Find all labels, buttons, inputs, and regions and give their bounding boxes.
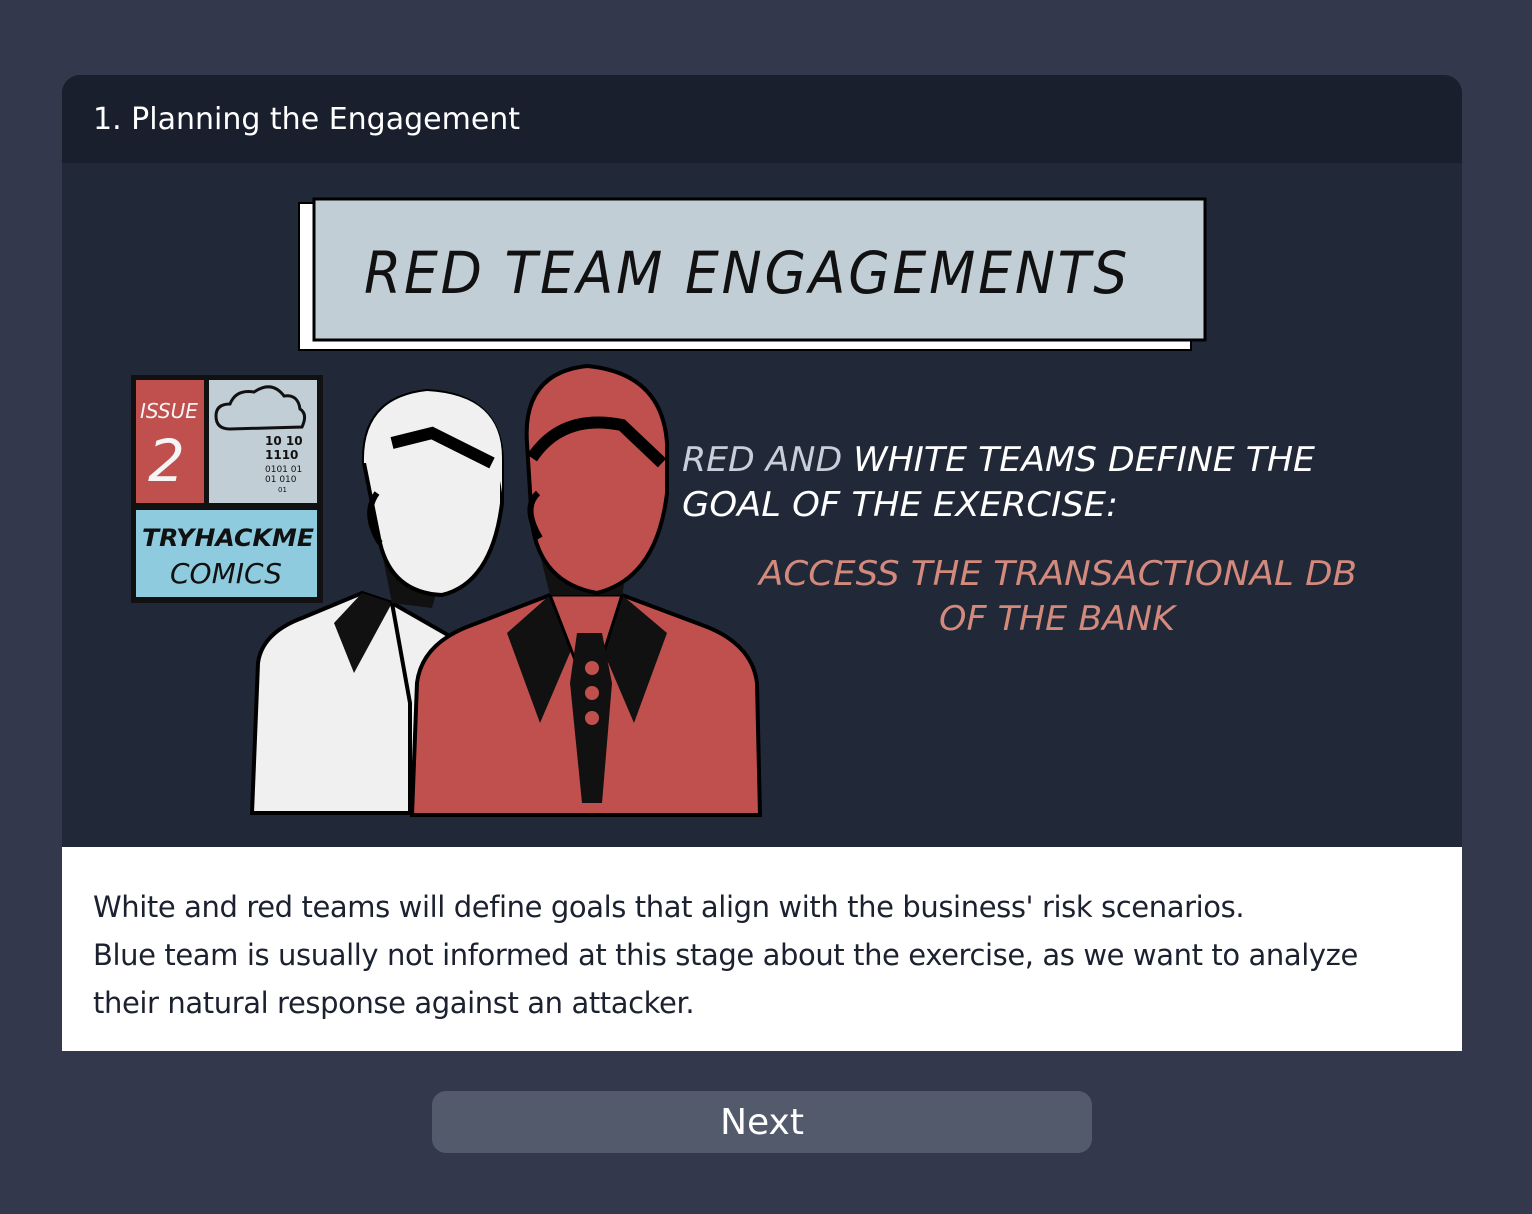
binary-line-4: 01 010 (265, 475, 297, 485)
title-banner: RED TEAM ENGAGEMENTS (298, 197, 1207, 351)
next-button[interactable]: Next (432, 1091, 1092, 1153)
goal-line-1: ACCESS THE TRANSACTIONAL DB (757, 554, 1357, 594)
issue-number: 2 (148, 427, 185, 495)
issue-badge: ISSUE 2 10 10 1110 0101 01 01 010 01 TRY… (131, 375, 323, 603)
description-panel: White and red teams will define goals th… (62, 847, 1462, 1051)
task-header: 1. Planning the Engagement (62, 75, 1462, 163)
caption: RED AND WHITE TEAMS DEFINE THE GOAL OF T… (682, 440, 1357, 639)
brand-line-2: COMICS (170, 557, 282, 590)
caption-white-teams: WHITE TEAMS DEFINE THE (853, 440, 1315, 480)
task-title: 1. Planning the Engagement (93, 101, 521, 137)
svg-text:RED AND WHITE TEAMS DEFINE THE: RED AND WHITE TEAMS DEFINE THE (682, 440, 1316, 480)
caption-line-2: GOAL OF THE EXERCISE: (682, 485, 1118, 525)
binary-line-2: 1110 (265, 448, 298, 462)
binary-line-3: 0101 01 (265, 465, 302, 475)
binary-line-5: 01 (278, 486, 287, 494)
description-line-2: Blue team is usually not informed at thi… (93, 938, 1358, 1020)
banner-title: RED TEAM ENGAGEMENTS (364, 239, 1130, 307)
binary-line-1: 10 10 (265, 434, 303, 448)
description-line-1: White and red teams will define goals th… (93, 890, 1245, 924)
comic-illustration: RED TEAM ENGAGEMENTS ISSUE 2 10 10 1110 … (62, 163, 1462, 847)
comic-panel: RED TEAM ENGAGEMENTS ISSUE 2 10 10 1110 … (131, 197, 1357, 817)
caption-red-and: RED AND (682, 440, 853, 480)
task-card: 1. Planning the Engagement RED TEAM ENGA… (62, 75, 1462, 1051)
brand-line-1: TRYHACKME (142, 524, 315, 552)
goal-line-2: OF THE BANK (939, 599, 1178, 639)
issue-label: ISSUE (140, 399, 198, 423)
